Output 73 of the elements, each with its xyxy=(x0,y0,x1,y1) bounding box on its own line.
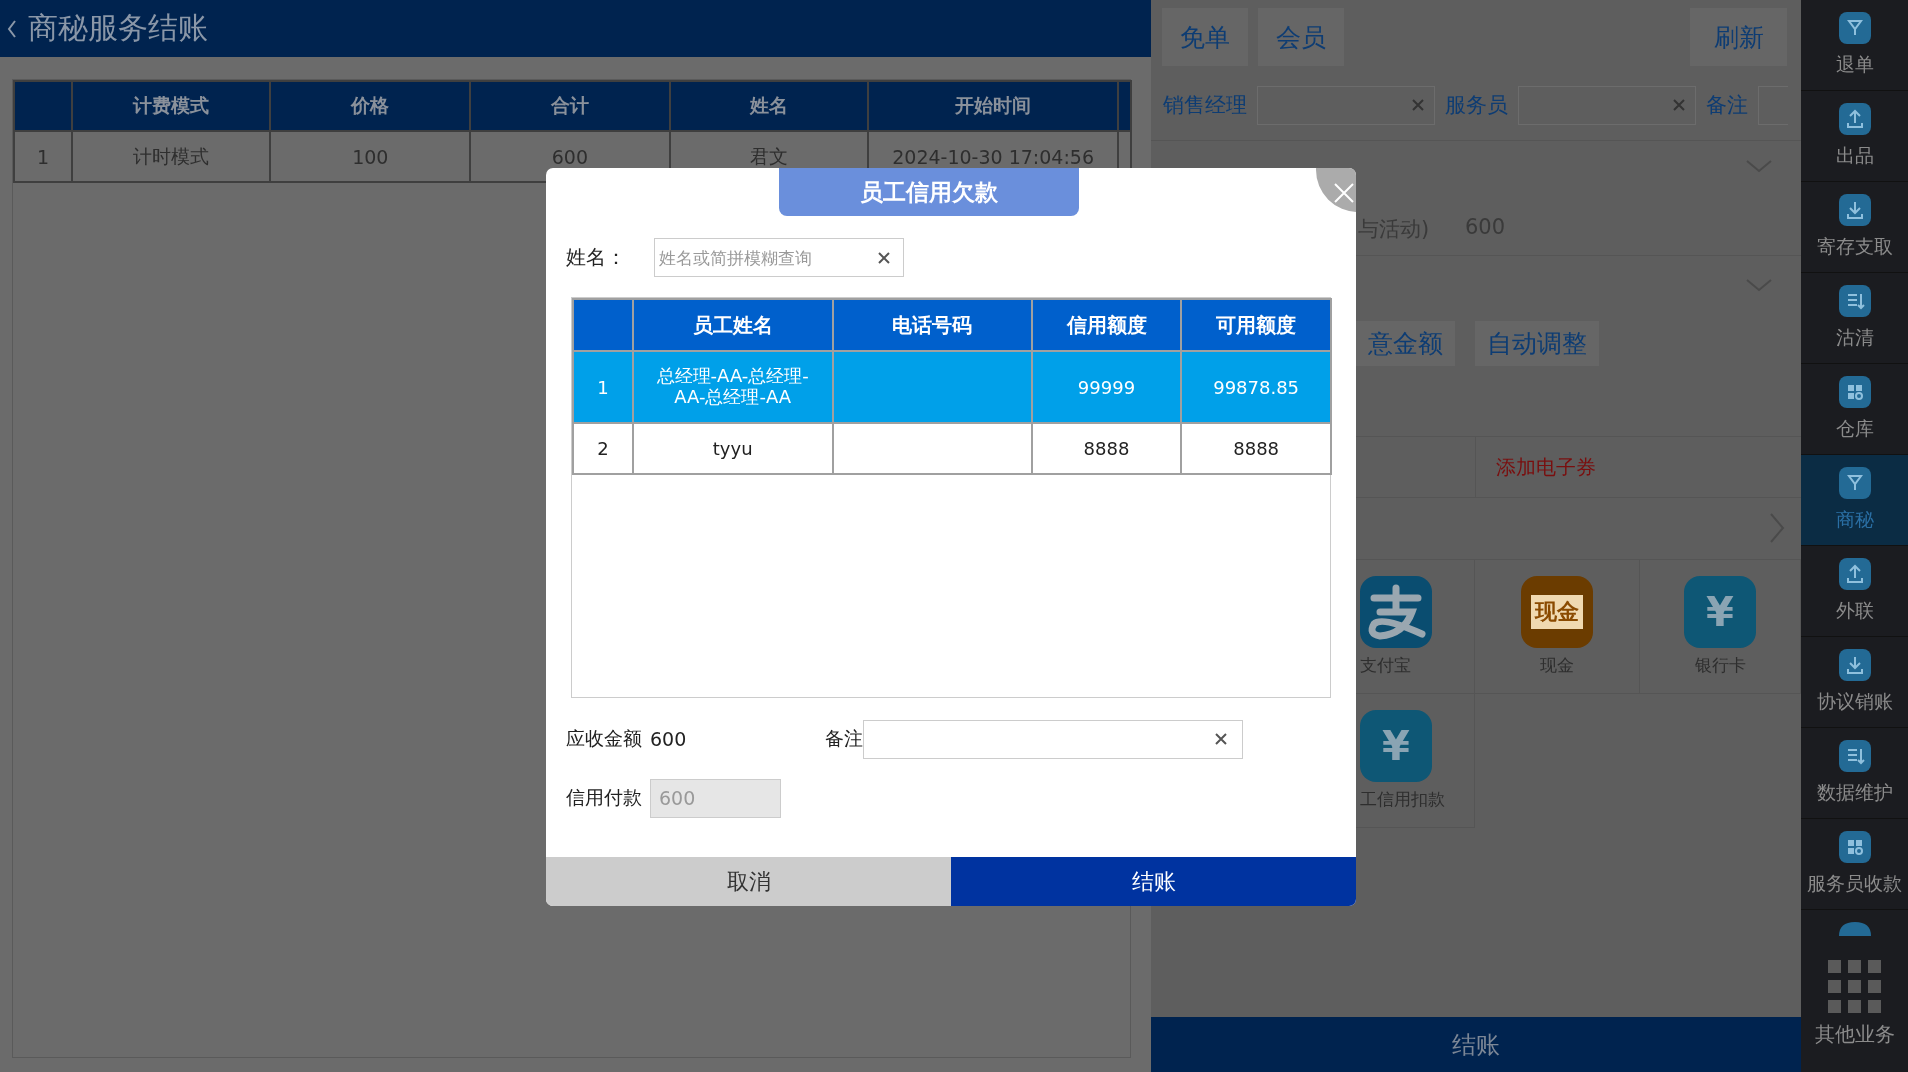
sidebar-item[interactable]: 仓库 xyxy=(1801,364,1908,455)
field-label: 销售经理 xyxy=(1163,92,1247,119)
field-label: 服务员 xyxy=(1445,92,1508,119)
table-row[interactable]: 2 tyyu 8888 8888 xyxy=(573,423,1331,474)
sidebar-item[interactable]: 外联 xyxy=(1801,546,1908,637)
column-header: 价格 xyxy=(270,81,471,131)
sidebar-item[interactable]: 其他业务 xyxy=(1801,960,1908,1072)
search-field[interactable]: 姓名或简拼模糊查询 xyxy=(654,238,904,277)
confirm-button[interactable]: 结账 xyxy=(951,857,1356,906)
sidebar-icon xyxy=(1838,558,1871,590)
table-cell: 计时模式 xyxy=(71,131,271,182)
field-label: 信用付款 xyxy=(566,785,642,810)
sidebar-item[interactable]: 寄存支取 xyxy=(1801,182,1908,273)
column-header: 计费模式 xyxy=(71,81,271,131)
table-header xyxy=(573,299,633,351)
sidebar-item[interactable]: 出品 xyxy=(1801,91,1908,182)
sidebar-icon xyxy=(1838,467,1871,499)
grid-icon xyxy=(1828,960,1881,1013)
sidebar-icon xyxy=(1838,831,1871,863)
input-field[interactable] xyxy=(1257,85,1435,125)
column-header: 合计 xyxy=(470,81,670,131)
column-header: 开始时间 xyxy=(868,81,1118,131)
currency-icon[interactable]: ¥ xyxy=(1684,576,1756,648)
field-label: 备注 xyxy=(1706,92,1748,119)
column-header: 可用额度 xyxy=(1181,299,1331,351)
clear-icon[interactable] xyxy=(1215,733,1228,745)
sidebar-icon xyxy=(1838,285,1871,317)
clear-icon[interactable] xyxy=(878,252,890,264)
input-field[interactable] xyxy=(1518,85,1696,125)
page-title: 商秘服务结账 xyxy=(28,9,208,47)
sidebar-icon xyxy=(1838,376,1871,408)
sidebar-item[interactable]: 数据维护 xyxy=(1801,728,1908,819)
table-cell-text: 总经理-AA-总经理-AA-总经理-AA xyxy=(655,366,810,408)
sidebar-icon xyxy=(1838,649,1871,681)
close-icon xyxy=(1333,182,1355,204)
table-cell-text: tyyu xyxy=(711,438,754,460)
table-cell: 8888 xyxy=(1181,423,1331,474)
sidebar-item[interactable]: 沽清 xyxy=(1801,273,1908,364)
cash-icon[interactable]: 现金 xyxy=(1521,576,1593,648)
credit-payment-field: 600 xyxy=(650,778,781,818)
payment-logo-icon[interactable] xyxy=(1360,576,1432,648)
column-header: 信用额度 xyxy=(1031,299,1182,351)
dialog-title: 员工信用欠款 xyxy=(778,168,1079,216)
table-row[interactable]: 1 总经理-AA-总经理-AA-总经理-AA 99999 99878.85 xyxy=(573,351,1331,423)
currency-icon[interactable]: ¥ xyxy=(1360,710,1432,782)
back-icon[interactable] xyxy=(6,18,18,39)
field-label: 备注 xyxy=(825,726,864,751)
row-number: 1 xyxy=(14,131,72,182)
note-field[interactable] xyxy=(863,719,1244,759)
row-number: 1 xyxy=(573,351,633,423)
table-cell: 8888 xyxy=(1031,423,1182,474)
table-header xyxy=(14,81,72,131)
field-label: 姓名： xyxy=(566,244,626,271)
checkout-bar-button[interactable]: 结账 xyxy=(1151,1017,1801,1072)
sidebar-item[interactable]: 协议销账 xyxy=(1801,637,1908,728)
table-cell: 100 xyxy=(270,131,471,182)
amount-value: 600 xyxy=(650,728,687,750)
cancel-button[interactable]: 取消 xyxy=(546,857,951,906)
sidebar-item[interactable]: 商秘 xyxy=(1801,455,1908,546)
sidebar-item[interactable]: 退单 xyxy=(1801,0,1908,91)
sidebar-icon[interactable] xyxy=(1838,922,1871,936)
amount-label: 应收金额 xyxy=(566,726,642,751)
row-number: 2 xyxy=(573,423,633,474)
sidebar-item[interactable]: 服务员收款 xyxy=(1801,819,1908,910)
sidebar-icon xyxy=(1838,103,1871,135)
table-cell: 99999 xyxy=(1031,351,1182,423)
column-header: 员工姓名 xyxy=(632,299,833,351)
sidebar-icon xyxy=(1838,12,1871,44)
column-header: 姓名 xyxy=(669,81,869,131)
column-header: 电话号码 xyxy=(832,299,1032,351)
table-cell: 99878.85 xyxy=(1181,351,1331,423)
sidebar-icon xyxy=(1838,194,1871,226)
sidebar-icon xyxy=(1838,740,1871,772)
